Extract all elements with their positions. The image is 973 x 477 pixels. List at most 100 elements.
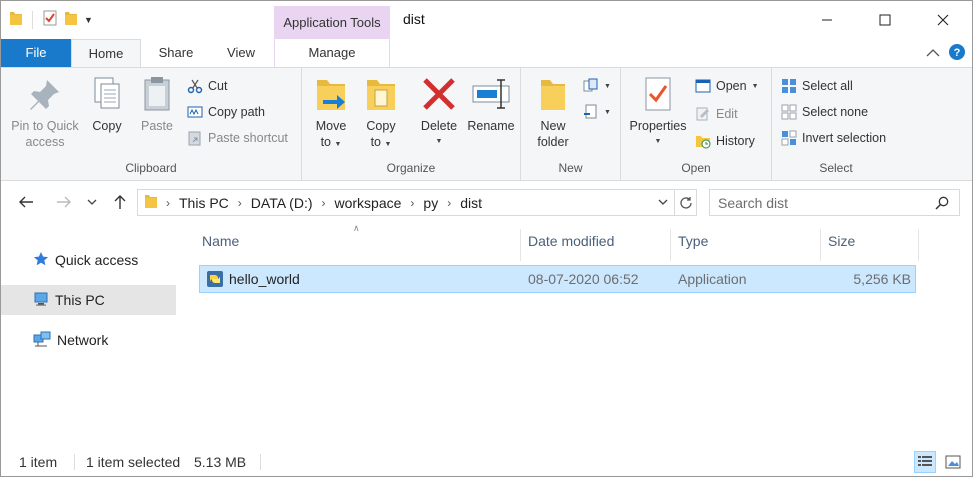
- tab-view[interactable]: View: [211, 39, 271, 67]
- breadcrumb-workspace[interactable]: workspace: [330, 195, 407, 211]
- help-icon[interactable]: ?: [948, 43, 966, 64]
- copy-to-label-line2: to ▼: [360, 134, 402, 153]
- move-to-label-line2: to ▼: [310, 134, 352, 153]
- breadcrumb-py[interactable]: py: [418, 195, 443, 211]
- pin-label-line1: Pin to Quick: [11, 119, 79, 133]
- breadcrumb-data-drive[interactable]: DATA (D:): [246, 195, 318, 211]
- breadcrumb-this-pc[interactable]: This PC: [174, 195, 234, 211]
- address-history-dropdown[interactable]: [652, 197, 674, 209]
- up-button[interactable]: [109, 191, 131, 213]
- invert-selection-button[interactable]: Invert selection: [781, 128, 886, 148]
- group-clipboard: Pin to Quick access Copy Paste Cut Copy …: [1, 68, 302, 180]
- back-arrow-icon: [19, 196, 33, 208]
- group-label-open: Open: [681, 161, 711, 175]
- window-controls: [798, 1, 972, 39]
- address-bar-controls: [652, 190, 696, 215]
- search-input[interactable]: [718, 194, 933, 211]
- ribbon-tabs: File Home Share View Manage ?: [1, 39, 972, 67]
- move-to-button[interactable]: Move to ▼: [310, 74, 352, 153]
- chevron-right-icon: ›: [166, 195, 170, 210]
- column-header-size[interactable]: Size: [823, 229, 919, 261]
- forward-button[interactable]: [53, 191, 75, 213]
- context-tab-application-tools: Application Tools: [274, 6, 390, 39]
- invert-selection-label: Invert selection: [802, 131, 887, 145]
- folder-icon: [138, 193, 162, 212]
- ribbon-tab-controls: ?: [926, 43, 966, 64]
- column-header-name[interactable]: Name: [197, 229, 521, 261]
- cut-button[interactable]: Cut: [187, 76, 227, 96]
- tab-home[interactable]: Home: [71, 39, 141, 67]
- maximize-button[interactable]: [856, 1, 914, 39]
- file-name: hello_world: [229, 271, 300, 287]
- tab-manage[interactable]: Manage: [274, 39, 390, 67]
- select-none-button[interactable]: Select none: [781, 102, 868, 122]
- copy-to-button[interactable]: Copy to ▼: [360, 74, 402, 153]
- delete-button[interactable]: Delete ▼: [416, 74, 462, 150]
- rename-button[interactable]: Rename: [466, 74, 516, 134]
- status-divider: [260, 454, 261, 470]
- nav-item-label: Network: [57, 332, 109, 348]
- select-all-icon: [781, 78, 797, 94]
- column-header-type[interactable]: Type: [673, 229, 821, 261]
- group-select: Select all Select none Invert selection …: [772, 68, 900, 180]
- ribbon: Pin to Quick access Copy Paste Cut Copy …: [1, 67, 972, 181]
- nav-item-network[interactable]: Network: [1, 325, 176, 355]
- new-folder-icon[interactable]: [64, 10, 78, 29]
- recent-locations-button[interactable]: [84, 191, 100, 213]
- paste-button[interactable]: Paste: [135, 74, 179, 134]
- select-all-button[interactable]: Select all: [781, 76, 853, 96]
- tab-share[interactable]: Share: [146, 39, 206, 67]
- easy-access-button[interactable]: ▼: [583, 102, 611, 122]
- easy-access-icon: [583, 104, 599, 120]
- qat-divider: [32, 10, 33, 29]
- paste-icon: [137, 74, 177, 114]
- file-list: ∧ Name Date modified Type Size hello_wor…: [179, 223, 972, 448]
- move-to-label-line2-text: to: [320, 135, 331, 149]
- customize-qat-icon[interactable]: ▼: [84, 15, 93, 25]
- breadcrumb-dist[interactable]: dist: [455, 195, 487, 211]
- table-row[interactable]: hello_world 08-07-2020 06:52 Application…: [199, 265, 916, 293]
- copy-path-button[interactable]: Copy path: [187, 102, 265, 122]
- forward-arrow-icon: [57, 196, 71, 208]
- network-icon: [33, 331, 51, 350]
- invert-selection-icon: [781, 130, 797, 146]
- large-icons-view-button[interactable]: [942, 451, 964, 473]
- search-icon[interactable]: [935, 196, 949, 213]
- move-to-label-line1: Move: [315, 119, 347, 133]
- search-box[interactable]: [709, 189, 960, 216]
- pin-to-quick-access-button[interactable]: Pin to Quick access: [7, 74, 83, 150]
- open-label: Open: [716, 79, 747, 93]
- chevron-right-icon[interactable]: ›: [234, 196, 246, 210]
- address-bar[interactable]: › This PC › DATA (D:) › workspace › py ›…: [137, 189, 697, 216]
- new-item-button[interactable]: ▼: [583, 76, 611, 96]
- navigation-pane: Quick access This PC Network: [1, 223, 179, 448]
- details-view-button[interactable]: [914, 451, 936, 473]
- quick-access-toolbar: ▼: [9, 10, 93, 29]
- chevron-right-icon[interactable]: ›: [318, 196, 330, 210]
- tab-file[interactable]: File: [1, 39, 71, 67]
- delete-label: Delete: [420, 119, 458, 133]
- refresh-button[interactable]: [674, 190, 696, 215]
- select-none-label: Select none: [802, 105, 869, 119]
- paste-shortcut-button[interactable]: Paste shortcut: [187, 128, 288, 148]
- new-folder-button[interactable]: New folder: [531, 74, 575, 150]
- group-label-select: Select: [819, 161, 853, 175]
- nav-item-this-pc[interactable]: This PC: [1, 285, 176, 315]
- properties-button[interactable]: Properties ▼: [625, 74, 691, 150]
- close-button[interactable]: [914, 1, 972, 39]
- delete-x-icon: [419, 74, 459, 114]
- column-header-date-modified[interactable]: Date modified: [523, 229, 671, 261]
- chevron-right-icon[interactable]: ›: [406, 196, 418, 210]
- edit-button[interactable]: Edit: [695, 104, 738, 124]
- nav-item-quick-access[interactable]: Quick access: [1, 245, 176, 275]
- copy-to-caret-icon: ▼: [384, 141, 392, 148]
- collapse-ribbon-icon[interactable]: [926, 47, 940, 61]
- open-button[interactable]: Open ▼: [695, 76, 759, 96]
- copy-button[interactable]: Copy: [85, 74, 129, 134]
- history-button[interactable]: History: [695, 131, 755, 151]
- minimize-button[interactable]: [798, 1, 856, 39]
- chevron-right-icon[interactable]: ›: [443, 196, 455, 210]
- back-button[interactable]: [15, 191, 37, 213]
- edit-icon: [695, 106, 711, 122]
- properties-check-icon[interactable]: [42, 10, 58, 29]
